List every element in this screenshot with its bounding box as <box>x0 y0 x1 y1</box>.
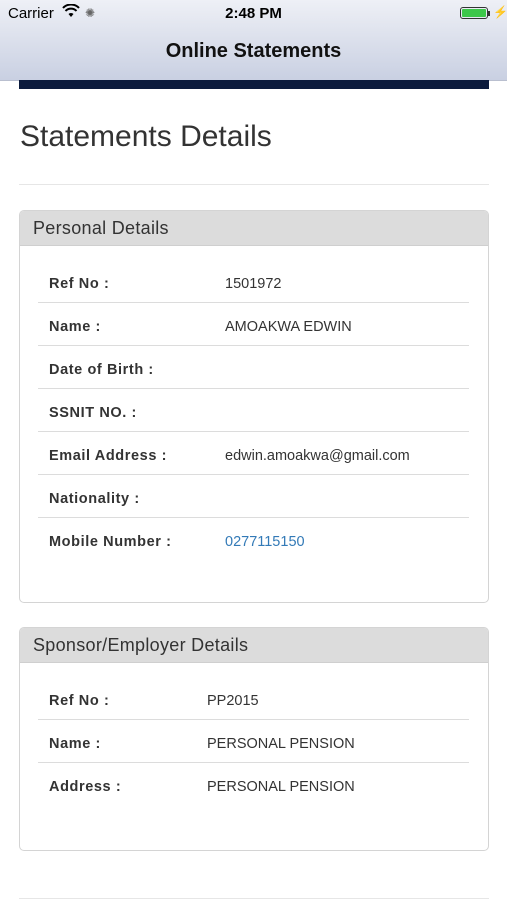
table-row: Ref No : 1501972 <box>38 260 469 303</box>
charging-icon: ⚡ <box>493 5 507 19</box>
battery-nub <box>488 11 490 16</box>
table-row: SSNIT NO. : <box>38 389 469 432</box>
row-label: Mobile Number : <box>49 534 172 550</box>
status-time: 2:48 PM <box>225 5 282 22</box>
row-value: PERSONAL PENSION <box>207 779 355 795</box>
row-value: PP2015 <box>207 693 259 709</box>
navigation-bar: Carrier ✺ 2:48 PM ⚡ Online Statements <box>0 0 507 81</box>
table-row: Name : PERSONAL PENSION <box>38 720 469 763</box>
row-value: 1501972 <box>225 276 282 292</box>
row-label: Nationality : <box>49 491 140 507</box>
table-row: Date of Birth : <box>38 346 469 389</box>
row-label: Ref No : <box>49 276 110 292</box>
page-title: Statements Details <box>20 120 272 153</box>
table-row: Mobile Number : 0277115150 <box>38 518 469 560</box>
row-label: Address : <box>49 779 122 795</box>
panel-heading: Personal Details <box>20 211 488 246</box>
row-label: Name : <box>49 736 101 752</box>
row-label: Email Address : <box>49 448 168 464</box>
title-divider <box>19 184 489 185</box>
mobile-number-link[interactable]: 0277115150 <box>225 534 305 550</box>
table-row: Nationality : <box>38 475 469 518</box>
status-bar: Carrier ✺ 2:48 PM ⚡ <box>0 0 507 28</box>
table-row: Address : PERSONAL PENSION <box>38 763 469 805</box>
row-label: Ref No : <box>49 693 110 709</box>
table-row: Email Address : edwin.amoakwa@gmail.com <box>38 432 469 475</box>
header-band <box>19 80 489 89</box>
row-value: AMOAKWA EDWIN <box>225 319 352 335</box>
personal-details-panel: Personal Details Ref No : 1501972 Name :… <box>19 210 489 603</box>
row-label: Name : <box>49 319 101 335</box>
footer-divider <box>19 898 489 899</box>
sponsor-details-panel: Sponsor/Employer Details Ref No : PP2015… <box>19 627 489 851</box>
email-value: edwin.amoakwa@gmail.com <box>225 448 410 464</box>
battery-icon <box>460 7 488 19</box>
table-row: Ref No : PP2015 <box>38 677 469 720</box>
row-label: Date of Birth : <box>49 362 154 378</box>
panel-heading: Sponsor/Employer Details <box>20 628 488 663</box>
row-label: SSNIT NO. : <box>49 405 137 421</box>
nav-title: Online Statements <box>165 40 342 62</box>
row-value: PERSONAL PENSION <box>207 736 355 752</box>
table-row: Name : AMOAKWA EDWIN <box>38 303 469 346</box>
